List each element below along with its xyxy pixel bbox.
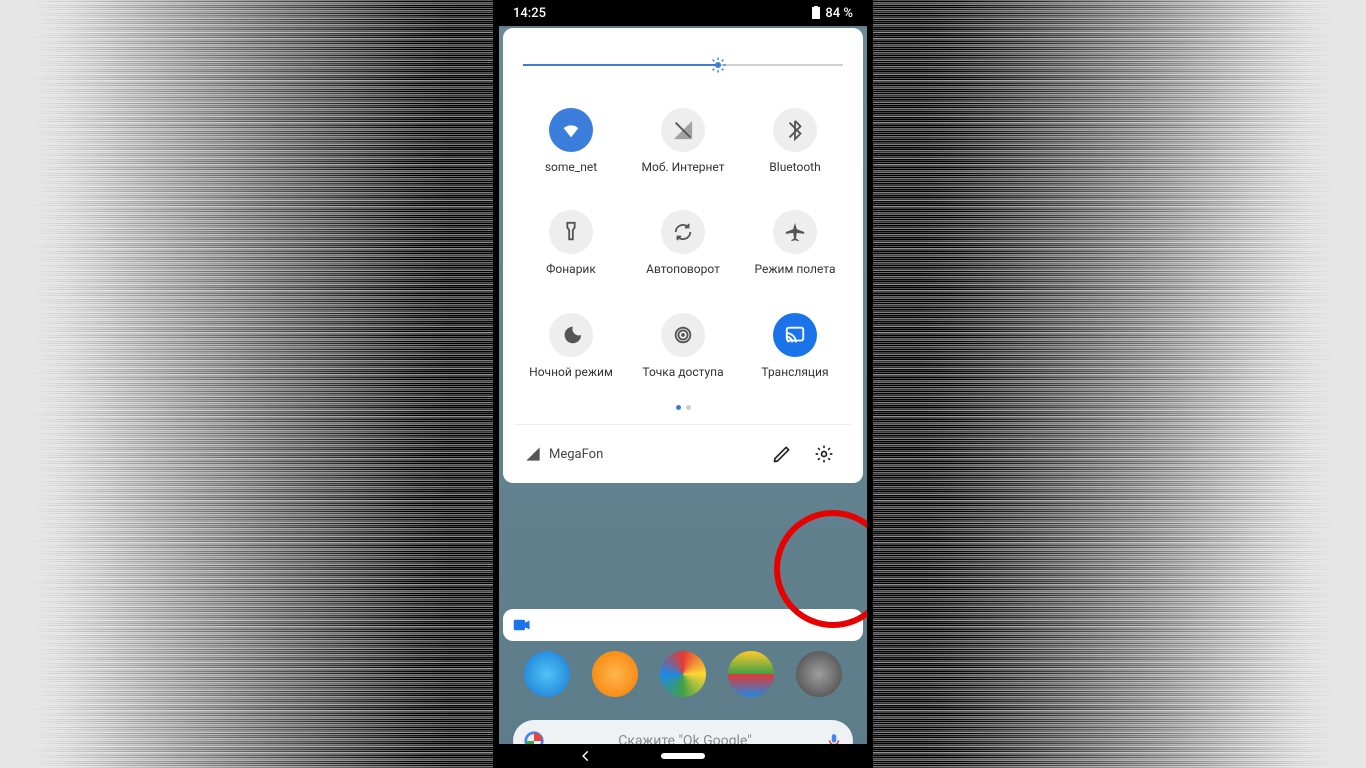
brightness-fill bbox=[523, 64, 718, 66]
tile-label: Точка доступа bbox=[642, 365, 723, 379]
brightness-thumb-icon[interactable] bbox=[709, 56, 727, 74]
page-indicator[interactable] bbox=[515, 399, 851, 424]
gear-icon bbox=[814, 444, 834, 464]
phone-screen: 14:25 84 % Скажите "Ok Google" bbox=[499, 0, 867, 768]
tile-label: Трансляция bbox=[761, 365, 828, 379]
tile-data[interactable]: Моб. Интернет bbox=[627, 100, 739, 194]
tile-label: some_net bbox=[545, 160, 597, 174]
tile-label: Фонарик bbox=[546, 262, 596, 276]
page-dot[interactable] bbox=[676, 405, 681, 410]
dock-app[interactable] bbox=[660, 651, 706, 697]
flashlight-icon bbox=[549, 210, 593, 254]
battery-percent: 84 % bbox=[825, 6, 853, 21]
dock-app[interactable] bbox=[524, 651, 570, 697]
cast-icon bbox=[773, 313, 817, 357]
dock-app[interactable] bbox=[728, 651, 774, 697]
wifi-icon bbox=[549, 108, 593, 152]
dock-app[interactable] bbox=[796, 651, 842, 697]
chevron-left-icon bbox=[579, 749, 593, 763]
edit-button[interactable] bbox=[765, 437, 799, 471]
carrier-name: MegaFon bbox=[549, 447, 757, 462]
nav-bar bbox=[499, 744, 867, 768]
page-dot[interactable] bbox=[686, 405, 691, 410]
status-right: 84 % bbox=[811, 6, 853, 21]
moon-icon bbox=[549, 313, 593, 357]
phone-frame: 14:25 84 % Скажите "Ok Google" bbox=[493, 0, 873, 768]
video-icon bbox=[513, 618, 531, 632]
status-time: 14:25 bbox=[513, 6, 546, 21]
qs-footer: MegaFon bbox=[515, 424, 851, 483]
tile-label: Автоповорот bbox=[646, 262, 720, 276]
tile-wifi[interactable]: some_net bbox=[515, 100, 627, 194]
quick-settings-panel: some_net Моб. Интернет Bluetooth Фонарик Авт… bbox=[503, 28, 863, 483]
notification-card[interactable] bbox=[503, 609, 863, 641]
home-pill[interactable] bbox=[661, 753, 705, 759]
signal-off-icon bbox=[661, 108, 705, 152]
rotate-icon bbox=[661, 210, 705, 254]
tile-rotate[interactable]: Автоповорот bbox=[627, 202, 739, 296]
tile-cast[interactable]: Трансляция bbox=[739, 305, 851, 399]
tile-label: Моб. Интернет bbox=[642, 160, 725, 174]
signal-icon bbox=[525, 446, 541, 462]
tile-airplane[interactable]: Режим полета bbox=[739, 202, 851, 296]
tile-label: Bluetooth bbox=[769, 160, 820, 174]
settings-button[interactable] bbox=[807, 437, 841, 471]
tile-hotspot[interactable]: Точка доступа bbox=[627, 305, 739, 399]
tile-label: Ночной режим bbox=[529, 365, 613, 379]
tile-label: Режим полета bbox=[755, 262, 836, 276]
tile-night[interactable]: Ночной режим bbox=[515, 305, 627, 399]
back-button[interactable] bbox=[579, 749, 593, 763]
airplane-icon bbox=[773, 210, 817, 254]
status-bar: 14:25 84 % bbox=[499, 0, 867, 26]
battery-icon bbox=[811, 6, 821, 20]
dock-app[interactable] bbox=[592, 651, 638, 697]
bluetooth-icon bbox=[773, 108, 817, 152]
brightness-slider[interactable] bbox=[523, 52, 843, 82]
pencil-icon bbox=[772, 444, 792, 464]
dock-row bbox=[499, 651, 867, 697]
hotspot-icon bbox=[661, 313, 705, 357]
quick-tiles-grid: some_net Моб. Интернет Bluetooth Фонарик Авт… bbox=[515, 100, 851, 399]
tile-flashlight[interactable]: Фонарик bbox=[515, 202, 627, 296]
tile-bluetooth[interactable]: Bluetooth bbox=[739, 100, 851, 194]
